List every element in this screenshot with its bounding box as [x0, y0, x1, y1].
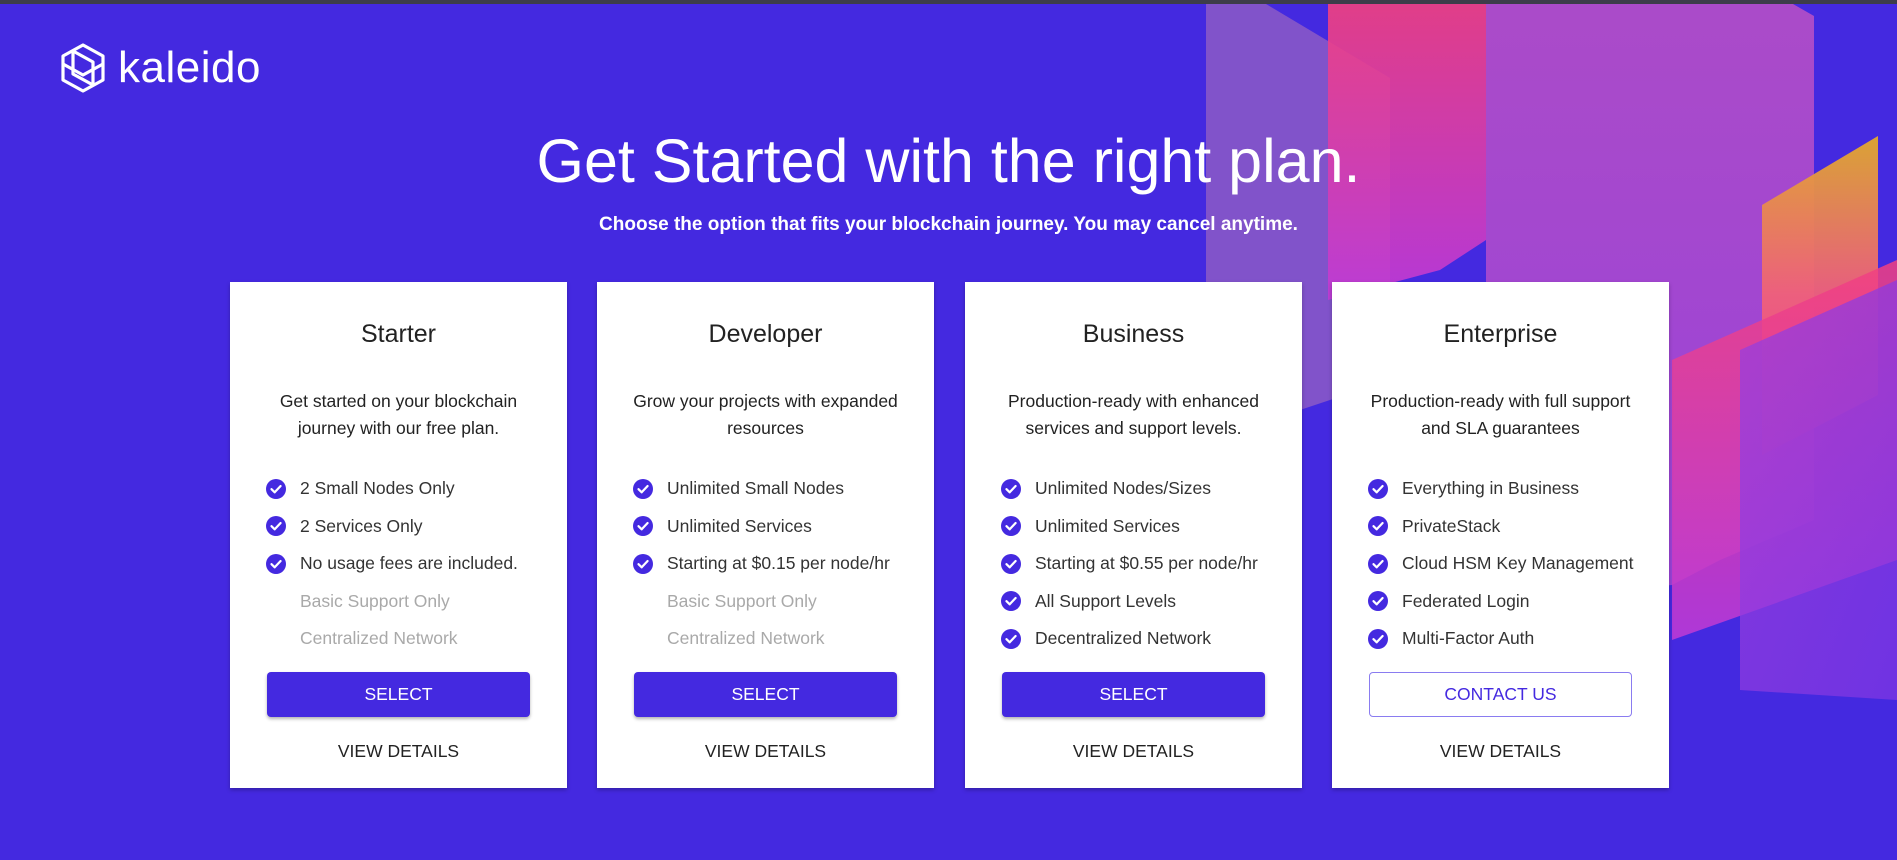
feature-text: Centralized Network	[667, 628, 825, 649]
page-title: Get Started with the right plan.	[536, 127, 1361, 195]
feature-text: Decentralized Network	[1035, 628, 1212, 649]
select-developer-button[interactable]: SELECT	[634, 672, 897, 717]
feature-text: 2 Services Only	[300, 515, 423, 536]
feature-item: Starting at $0.55 per node/hr	[1001, 545, 1258, 583]
plan-name: Developer	[708, 320, 823, 348]
feature-text: Cloud HSM Key Management	[1402, 553, 1634, 574]
feature-list: Unlimited Nodes/Sizes Unlimited Services…	[1001, 470, 1258, 658]
feature-item: Starting at $0.15 per node/hr	[633, 545, 890, 583]
blank-icon-space	[266, 591, 286, 611]
feature-text: Federated Login	[1402, 590, 1530, 611]
feature-text: PrivateStack	[1402, 515, 1501, 536]
feature-text: Unlimited Services	[667, 515, 812, 536]
check-circle-icon	[1368, 516, 1388, 537]
feature-item: Unlimited Services	[633, 508, 890, 546]
check-circle-icon	[266, 553, 286, 574]
plan-name: Starter	[360, 320, 437, 348]
feature-item: Unlimited Small Nodes	[633, 470, 890, 508]
select-starter-button[interactable]: SELECT	[267, 672, 530, 717]
plan-description: Get started on your blockchain journey w…	[279, 391, 518, 438]
contact-us-button[interactable]: CONTACT US	[1369, 672, 1632, 717]
feature-text: Centralized Network	[300, 628, 458, 649]
check-circle-icon	[266, 516, 286, 537]
feature-item-unavailable: Basic Support Only	[266, 583, 518, 621]
feature-text: No usage fees are included.	[300, 553, 518, 574]
check-circle-icon	[1001, 628, 1021, 649]
feature-text: Basic Support Only	[300, 590, 450, 611]
check-circle-icon	[1368, 628, 1388, 649]
feature-item-unavailable: Basic Support Only	[633, 583, 890, 621]
plan-description: Grow your projects with expanded resourc…	[633, 391, 898, 438]
check-circle-icon	[1001, 516, 1021, 537]
feature-text: 2 Small Nodes Only	[300, 478, 455, 499]
feature-text: Unlimited Small Nodes	[667, 478, 845, 499]
feature-item: PrivateStack	[1368, 508, 1634, 546]
feature-list: Unlimited Small Nodes Unlimited Services…	[633, 470, 890, 658]
blank-icon-space	[633, 591, 653, 611]
plan-description: Production-ready with full support and S…	[1370, 391, 1631, 438]
view-details-enterprise-link[interactable]: VIEW DETAILS	[1332, 740, 1669, 763]
feature-text: Starting at $0.15 per node/hr	[667, 553, 890, 574]
feature-item: Multi-Factor Auth	[1368, 620, 1634, 658]
kaleido-logo[interactable]: kaleido	[58, 42, 261, 94]
window-top-border	[0, 0, 1897, 4]
blank-icon-space	[266, 629, 286, 649]
feature-item: 2 Small Nodes Only	[266, 470, 518, 508]
plan-card-developer: Developer Grow your projects with expand…	[597, 282, 934, 788]
check-circle-icon	[1368, 478, 1388, 499]
feature-item: Unlimited Services	[1001, 508, 1258, 546]
plan-name: Enterprise	[1443, 320, 1558, 348]
feature-item: All Support Levels	[1001, 583, 1258, 621]
feature-item: Decentralized Network	[1001, 620, 1258, 658]
plan-description: Production-ready with enhanced services …	[1008, 391, 1259, 438]
check-circle-icon	[1001, 591, 1021, 612]
view-details-developer-link[interactable]: VIEW DETAILS	[597, 740, 934, 763]
blank-icon-space	[633, 629, 653, 649]
feature-item: Federated Login	[1368, 583, 1634, 621]
view-details-business-link[interactable]: VIEW DETAILS	[965, 740, 1302, 763]
feature-item-unavailable: Centralized Network	[266, 620, 518, 658]
check-circle-icon	[266, 478, 286, 499]
view-details-starter-link[interactable]: VIEW DETAILS	[230, 740, 567, 763]
feature-text: Unlimited Nodes/Sizes	[1035, 478, 1212, 499]
feature-item: No usage fees are included.	[266, 545, 518, 583]
feature-list: Everything in Business PrivateStack Clou…	[1368, 470, 1634, 658]
feature-text: All Support Levels	[1035, 590, 1177, 611]
feature-item: Cloud HSM Key Management	[1368, 545, 1634, 583]
logo-wordmark: kaleido	[118, 43, 261, 92]
kaleido-logo-icon	[61, 43, 105, 93]
check-circle-icon	[1368, 591, 1388, 612]
feature-list: 2 Small Nodes Only 2 Services Only No us…	[266, 470, 518, 658]
feature-text: Starting at $0.55 per node/hr	[1035, 553, 1258, 574]
page-subtitle: Choose the option that fits your blockch…	[599, 214, 1298, 235]
check-circle-icon	[633, 516, 653, 537]
feature-text: Everything in Business	[1402, 478, 1580, 499]
feature-text: Multi-Factor Auth	[1402, 628, 1535, 649]
select-business-button[interactable]: SELECT	[1002, 672, 1265, 717]
check-circle-icon	[1001, 478, 1021, 499]
plan-card-business: Business Production-ready with enhanced …	[965, 282, 1302, 788]
check-circle-icon	[633, 478, 653, 499]
plan-card-starter: Starter Get started on your blockchain j…	[230, 282, 567, 788]
feature-item: 2 Services Only	[266, 508, 518, 546]
plan-card-enterprise: Enterprise Production-ready with full su…	[1332, 282, 1669, 788]
feature-item: Everything in Business	[1368, 470, 1634, 508]
check-circle-icon	[1368, 553, 1388, 574]
feature-item-unavailable: Centralized Network	[633, 620, 890, 658]
feature-item: Unlimited Nodes/Sizes	[1001, 470, 1258, 508]
check-circle-icon	[1001, 553, 1021, 574]
feature-text: Basic Support Only	[667, 590, 817, 611]
check-circle-icon	[633, 553, 653, 574]
plan-name: Business	[1082, 320, 1185, 348]
feature-text: Unlimited Services	[1035, 515, 1180, 536]
